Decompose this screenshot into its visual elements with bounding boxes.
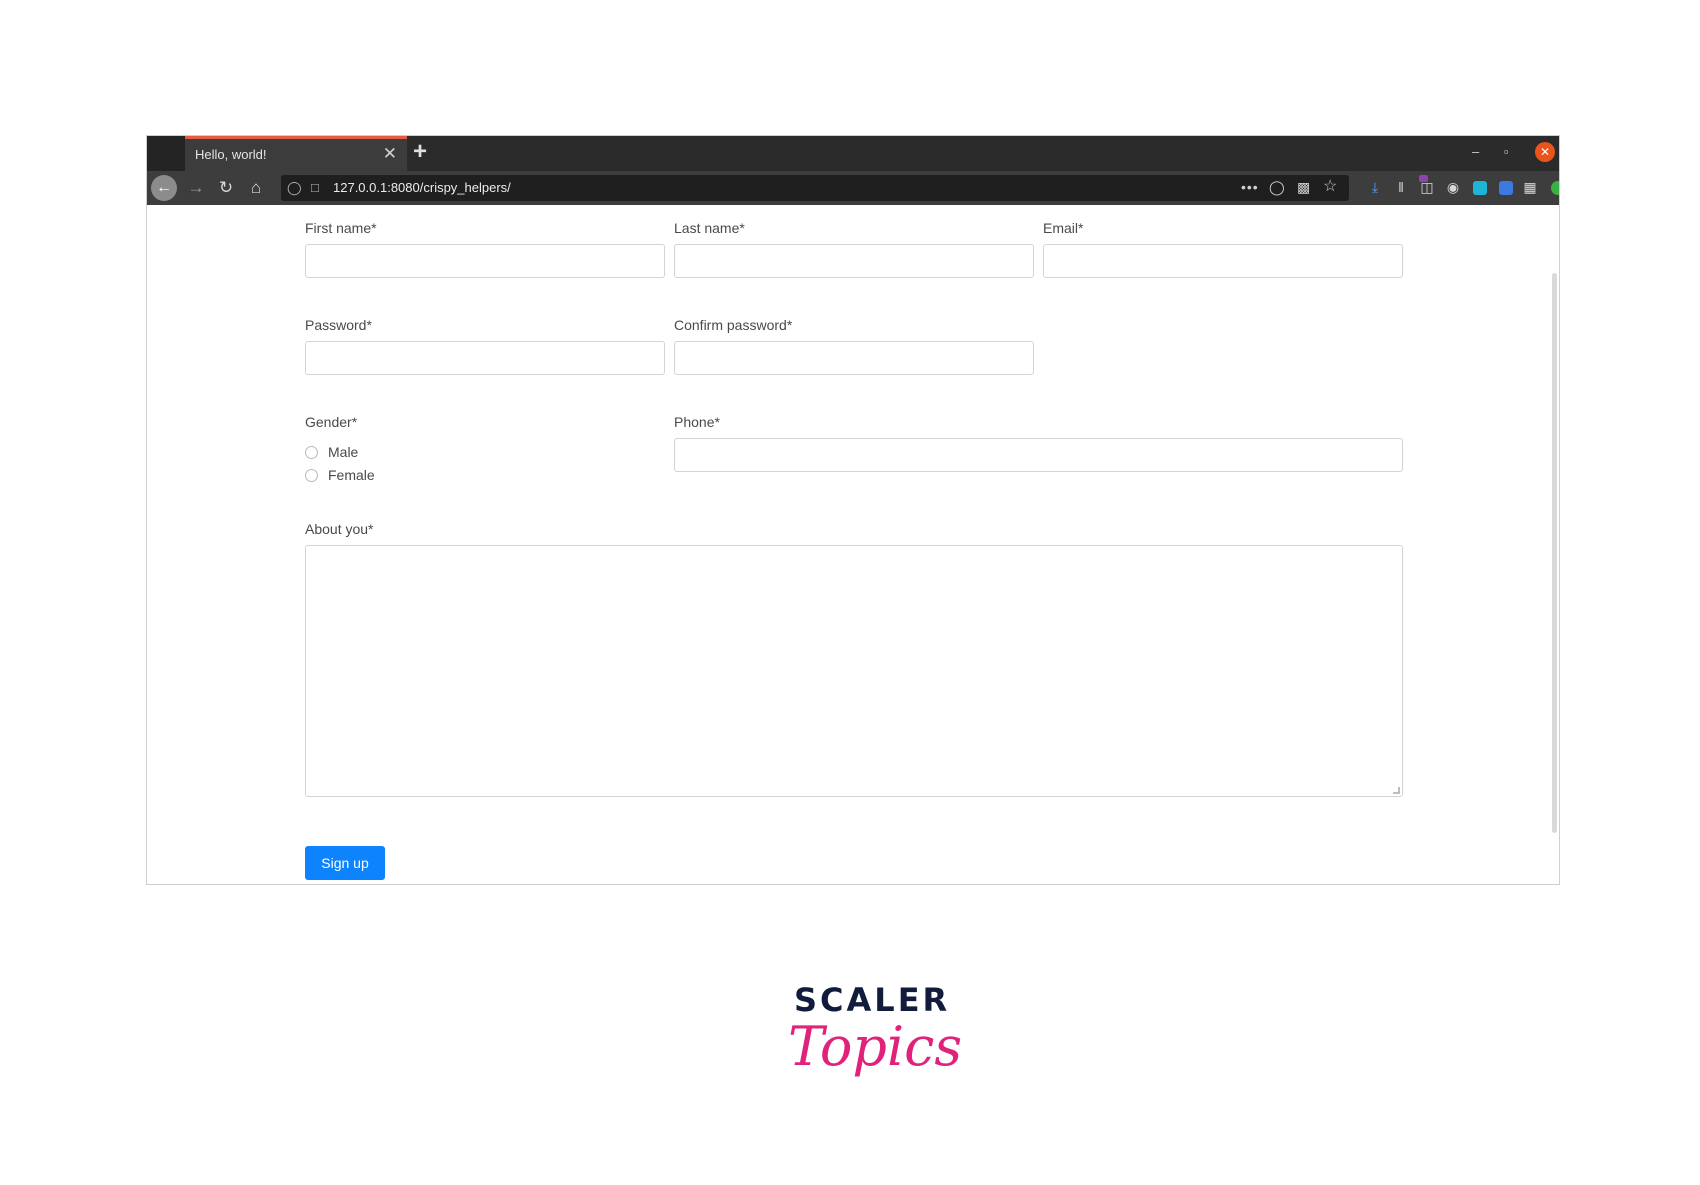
url-text[interactable]: 127.0.0.1:8080/crispy_helpers/: [333, 180, 511, 195]
first-name-input[interactable]: [305, 244, 665, 278]
extension-icon[interactable]: ◉: [1442, 176, 1464, 198]
password-label: Password*: [305, 317, 372, 333]
radio-label: Female: [328, 467, 375, 483]
forward-arrow-icon[interactable]: →: [183, 175, 209, 201]
radio-label: Male: [328, 444, 359, 460]
pocket-icon[interactable]: ◯: [1269, 176, 1285, 198]
about-label: About you*: [305, 521, 374, 537]
extension-badge: [1419, 175, 1428, 182]
tab-bar: Hello, world! ✕ + – ▫ ✕: [147, 136, 1559, 171]
downloads-icon[interactable]: ⤓: [1364, 176, 1386, 198]
page-content: First name* Last name* Email* Password* …: [147, 205, 1559, 884]
confirm-password-input[interactable]: [674, 341, 1034, 375]
phone-label: Phone*: [674, 414, 720, 430]
navigation-toolbar: ← → ↻ ⌂ ◯ □ 127.0.0.1:8080/crispy_helper…: [147, 171, 1559, 205]
radio-button[interactable]: [305, 469, 318, 482]
url-bar[interactable]: ◯ □ 127.0.0.1:8080/crispy_helpers/ ••• ◯…: [281, 175, 1349, 201]
reload-icon[interactable]: ↻: [213, 175, 239, 201]
vertical-scrollbar[interactable]: [1552, 273, 1557, 833]
first-name-label: First name*: [305, 220, 377, 236]
extension-icon[interactable]: [1499, 181, 1513, 195]
email-input[interactable]: [1043, 244, 1403, 278]
minimize-icon[interactable]: –: [1472, 144, 1479, 160]
gender-label: Gender*: [305, 414, 358, 430]
phone-input[interactable]: [674, 438, 1403, 472]
email-label: Email*: [1043, 220, 1084, 236]
tab-title: Hello, world!: [195, 147, 267, 162]
translate-icon[interactable]: ▩: [1297, 176, 1310, 198]
about-textarea[interactable]: [305, 545, 1403, 797]
extension-icon[interactable]: ▦: [1519, 176, 1541, 198]
extension-icon[interactable]: [1551, 181, 1559, 195]
back-arrow-icon[interactable]: ←: [151, 175, 177, 201]
sign-up-button[interactable]: Sign up: [305, 846, 385, 880]
home-icon[interactable]: ⌂: [243, 175, 269, 201]
extension-icon[interactable]: [1473, 181, 1487, 195]
scaler-topics-logo: SCALER Topics: [770, 975, 970, 1115]
radio-button[interactable]: [305, 446, 318, 459]
tab-bar-stub: [147, 136, 185, 171]
library-icon[interactable]: ‖: [1390, 176, 1412, 198]
logo-wordmark-bottom: Topics: [788, 1015, 963, 1078]
maximize-icon[interactable]: ▫: [1504, 144, 1509, 160]
page-info-icon[interactable]: □: [311, 177, 319, 199]
last-name-label: Last name*: [674, 220, 745, 236]
last-name-input[interactable]: [674, 244, 1034, 278]
confirm-password-label: Confirm password*: [674, 317, 793, 333]
close-window-icon[interactable]: ✕: [1535, 142, 1555, 162]
browser-window: Hello, world! ✕ + – ▫ ✕ ← → ↻ ⌂ ◯ □ 127.…: [146, 135, 1560, 885]
page-actions-icon[interactable]: •••: [1241, 176, 1259, 198]
password-input[interactable]: [305, 341, 665, 375]
resize-handle[interactable]: [1393, 787, 1400, 794]
bookmark-star-icon[interactable]: ☆: [1323, 176, 1337, 198]
new-tab-icon[interactable]: +: [413, 139, 427, 165]
browser-tab[interactable]: Hello, world! ✕: [185, 136, 407, 171]
tab-close-icon[interactable]: ✕: [383, 144, 397, 164]
logo-wordmark-top: SCALER: [794, 981, 951, 1019]
shield-icon[interactable]: ◯: [287, 177, 302, 199]
